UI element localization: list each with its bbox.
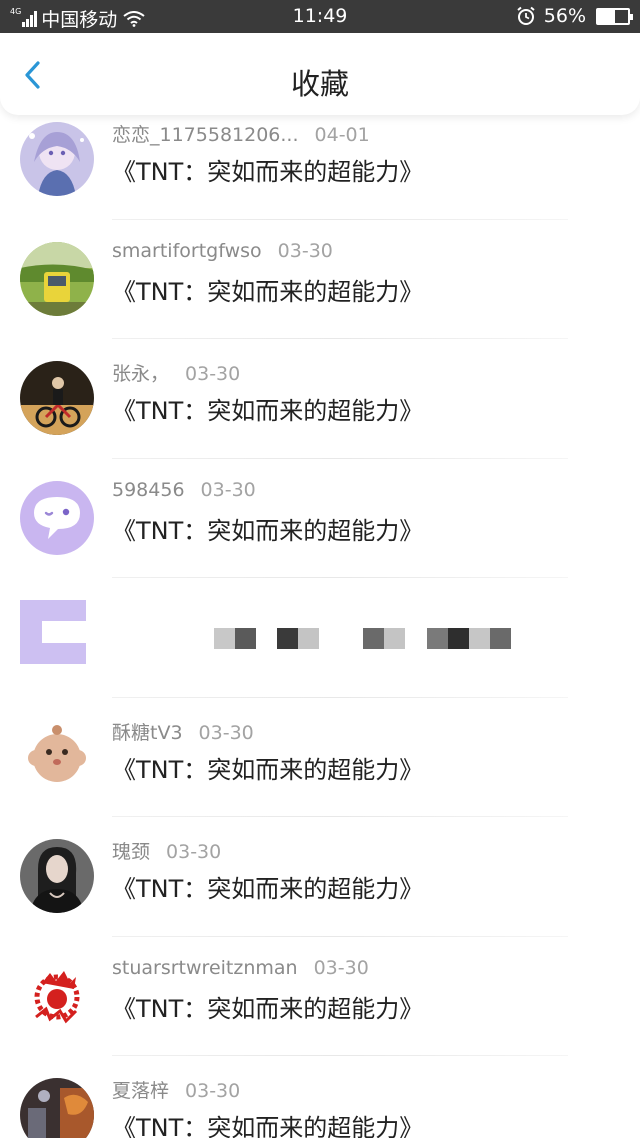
battery-fill bbox=[598, 9, 615, 23]
item-meta: stuarsrtwreitznman 03-30 bbox=[112, 957, 369, 979]
avatar bbox=[20, 361, 94, 435]
item-meta: 瑰颈 03-30 bbox=[112, 837, 221, 864]
list-item[interactable]: stuarsrtwreitznman 03-30 《TNT：突如而来的超能力》 bbox=[0, 937, 640, 1056]
username: 酥糖tV3 bbox=[112, 721, 183, 744]
avatar bbox=[20, 839, 94, 913]
list-item[interactable]: 张永， 03-30 《TNT：突如而来的超能力》 bbox=[0, 339, 640, 459]
avatar bbox=[20, 241, 94, 316]
avatar bbox=[20, 719, 94, 794]
username: 夏落梓 bbox=[112, 1080, 170, 1102]
book-title[interactable]: 《TNT：突如而来的超能力》 bbox=[112, 391, 423, 426]
list-item-redacted[interactable] bbox=[0, 578, 640, 698]
item-date: 03-30 bbox=[185, 1080, 241, 1102]
avatar bbox=[20, 1078, 94, 1138]
list-item[interactable]: 598456 03-30 《TNT：突如而来的超能力》 bbox=[0, 459, 640, 578]
username: stuarsrtwreitznman bbox=[112, 956, 298, 979]
item-date: 03-30 bbox=[277, 239, 333, 262]
item-meta: 张永， 03-30 bbox=[112, 359, 240, 386]
book-title[interactable]: 《TNT：突如而来的超能力》 bbox=[112, 750, 423, 785]
list-item[interactable]: smartifortgfwso 03-30 《TNT：突如而来的超能力》 bbox=[0, 220, 640, 339]
redacted-text bbox=[427, 628, 511, 650]
alarm-icon bbox=[517, 6, 535, 25]
page-title: 收藏 bbox=[290, 67, 349, 101]
book-title[interactable]: 《TNT：突如而来的超能力》 bbox=[112, 511, 423, 546]
list-item[interactable]: 夏落梓 03-30 《TNT：突如而来的超能力》 bbox=[0, 1056, 640, 1138]
redacted-avatar bbox=[20, 600, 86, 664]
battery-icon bbox=[596, 7, 633, 25]
item-meta: 夏落梓 03-30 bbox=[112, 1076, 240, 1103]
battery-percent: 56% bbox=[543, 5, 586, 27]
username: 598456 bbox=[112, 478, 185, 501]
item-date: 03-30 bbox=[313, 956, 369, 979]
item-meta: 恋恋_1175581206... 04-01 bbox=[112, 120, 370, 147]
redacted-text bbox=[214, 628, 256, 650]
status-right: 56% bbox=[516, 5, 633, 27]
app-header: 收藏 bbox=[0, 33, 640, 115]
username: 瑰颈 bbox=[112, 841, 151, 863]
item-date: 03-30 bbox=[185, 363, 241, 385]
username: 恋恋_1175581206... bbox=[112, 124, 299, 146]
item-date: 03-30 bbox=[166, 841, 222, 863]
book-title[interactable]: 《TNT：突如而来的超能力》 bbox=[112, 152, 423, 187]
book-title[interactable]: 《TNT：突如而来的超能力》 bbox=[112, 272, 423, 307]
item-meta: 598456 03-30 bbox=[112, 479, 256, 501]
book-title[interactable]: 《TNT：突如而来的超能力》 bbox=[112, 869, 423, 904]
list-item[interactable]: 酥糖tV3 03-30 《TNT：突如而来的超能力》 bbox=[0, 698, 640, 817]
avatar bbox=[20, 958, 94, 1033]
book-title[interactable]: 《TNT：突如而来的超能力》 bbox=[112, 989, 423, 1024]
username: 张永， bbox=[112, 363, 170, 385]
item-meta: smartifortgfwso 03-30 bbox=[112, 240, 333, 262]
redacted-text bbox=[277, 628, 319, 650]
item-date: 04-01 bbox=[314, 124, 370, 146]
list-item[interactable]: 瑰颈 03-30 《TNT：突如而来的超能力》 bbox=[0, 817, 640, 937]
favorites-list: 恋恋_1175581206... 04-01 《TNT：突如而来的超能力》 sma… bbox=[0, 100, 640, 1138]
item-date: 03-30 bbox=[200, 478, 256, 501]
item-date: 03-30 bbox=[198, 721, 254, 744]
status-bar: 4G 中国移动 11:49 56% bbox=[0, 0, 640, 33]
list-item[interactable]: 恋恋_1175581206... 04-01 《TNT：突如而来的超能力》 bbox=[0, 100, 640, 220]
book-title[interactable]: 《TNT：突如而来的超能力》 bbox=[112, 1108, 423, 1138]
username: smartifortgfwso bbox=[112, 239, 262, 262]
avatar bbox=[20, 122, 94, 196]
avatar bbox=[20, 480, 94, 555]
item-meta: 酥糖tV3 03-30 bbox=[112, 718, 254, 745]
redacted-text bbox=[363, 628, 405, 650]
